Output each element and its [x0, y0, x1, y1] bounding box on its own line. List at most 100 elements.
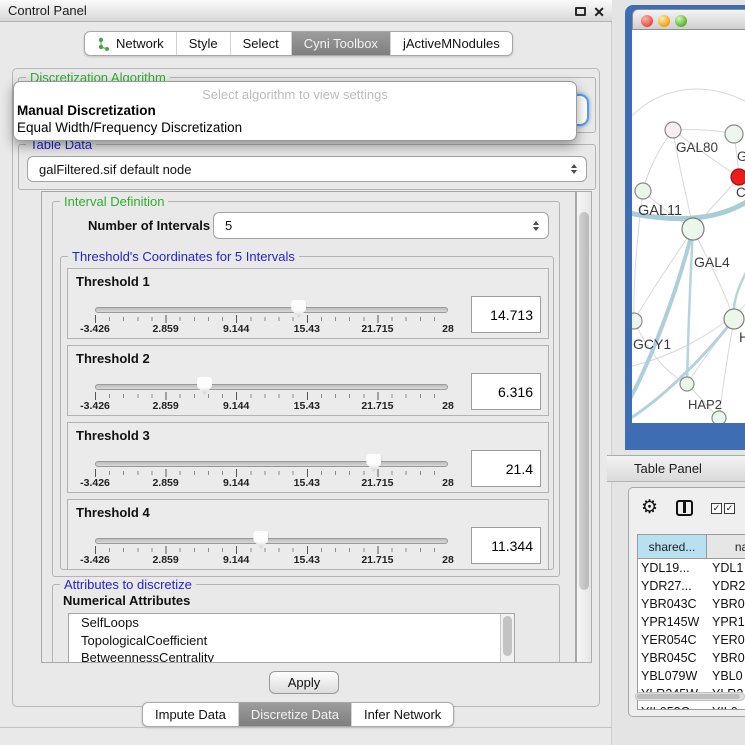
- close-icon[interactable]: ✕: [593, 1, 605, 23]
- network-node[interactable]: [712, 411, 726, 423]
- main-scroll-thumb[interactable]: [579, 212, 589, 590]
- attributes-scroll-thumb[interactable]: [503, 616, 512, 656]
- slider-track[interactable]: [95, 384, 448, 390]
- list-item[interactable]: BetweennessCentrality: [69, 649, 514, 663]
- gear-icon[interactable]: ⚙: [641, 496, 658, 519]
- main-scrollbar[interactable]: [576, 191, 592, 663]
- network-canvas[interactable]: GAL80GACGAL11GAL4GCY1HHAP2: [632, 30, 745, 423]
- minimize-traffic-light-icon[interactable]: [658, 15, 670, 27]
- cell-shared-name[interactable]: YBL079W: [638, 667, 707, 685]
- threshold-3-slider[interactable]: -3.4262.8599.14415.4321.71528: [95, 459, 448, 489]
- table-row[interactable]: YER054CYER0: [638, 631, 745, 649]
- threshold-4-slider[interactable]: -3.4262.8599.14415.4321.71528: [95, 536, 448, 566]
- threshold-1-value-field[interactable]: 14.713: [471, 296, 541, 333]
- network-node[interactable]: [635, 183, 651, 199]
- threshold-4-box: Threshold 4 -3.4262.8599.14415.4321.7152…: [67, 499, 549, 570]
- threshold-2-slider[interactable]: -3.4262.8599.14415.4321.71528: [95, 382, 448, 412]
- table-data-stepper-icon[interactable]: [571, 164, 577, 174]
- zoom-traffic-light-icon[interactable]: [675, 15, 687, 27]
- tab-cyni-toolbox[interactable]: Cyni Toolbox: [291, 32, 390, 55]
- float-window-icon[interactable]: [575, 7, 586, 16]
- cell-name[interactable]: YBL0: [707, 667, 745, 685]
- columns-icon[interactable]: [676, 500, 693, 516]
- tab-jactivemnodules[interactable]: jActiveMNodules: [390, 32, 512, 55]
- numerical-attributes-label: Numerical Attributes: [63, 593, 190, 608]
- number-of-intervals-stepper-icon[interactable]: [533, 221, 539, 231]
- table-row[interactable]: YIL052CYIL0: [638, 703, 745, 710]
- network-node[interactable]: [725, 125, 743, 143]
- numerical-attributes-list[interactable]: SelfLoops TopologicalCoefficient Between…: [68, 613, 515, 663]
- table-row[interactable]: YDR27...YDR2: [638, 577, 745, 595]
- network-node[interactable]: [682, 218, 704, 240]
- tab-impute-data[interactable]: Impute Data: [143, 703, 238, 726]
- network-node-label: GCY1: [633, 336, 671, 352]
- cell-name[interactable]: YPR1: [707, 613, 745, 631]
- threshold-2-box: Threshold 2 -3.4262.8599.14415.4321.7152…: [67, 345, 549, 416]
- network-node[interactable]: [632, 313, 642, 329]
- checkbox-icon[interactable]: ✓: [711, 503, 722, 514]
- menu-item-equal-width-frequency[interactable]: Equal Width/Frequency Discretization: [17, 120, 242, 135]
- table-h-scrollbar[interactable]: [635, 692, 745, 701]
- threshold-4-label: Threshold 4: [76, 505, 150, 520]
- tab-infer-network[interactable]: Infer Network: [351, 703, 453, 726]
- cell-shared-name[interactable]: YDL19...: [638, 559, 707, 577]
- table-row[interactable]: YBR043CYBR0: [638, 595, 745, 613]
- cell-name[interactable]: YDL1: [707, 559, 745, 577]
- network-view-window[interactable]: GAL80GACGAL11GAL4GCY1HHAP2: [625, 5, 745, 450]
- network-edge[interactable]: [693, 229, 734, 319]
- tab-select[interactable]: Select: [230, 32, 291, 55]
- cell-name[interactable]: YBR0: [707, 649, 745, 667]
- column-header-shared-name[interactable]: shared...: [638, 535, 707, 558]
- table-data-select[interactable]: galFiltered.sif default node: [27, 156, 587, 182]
- close-traffic-light-icon[interactable]: [641, 15, 653, 27]
- menu-item-manual-discretization[interactable]: Manual Discretization: [17, 103, 156, 118]
- table-row[interactable]: YBL079WYBL0: [638, 667, 745, 685]
- network-node[interactable]: [724, 309, 744, 329]
- network-edge[interactable]: [632, 89, 745, 125]
- table-row[interactable]: YBR045CYBR0: [638, 649, 745, 667]
- cyni-bottom-tabbar: Impute Data Discretize Data Infer Networ…: [142, 702, 454, 727]
- tab-network[interactable]: Network: [85, 32, 176, 55]
- network-window-titlebar[interactable]: [632, 9, 745, 30]
- tab-discretize-data[interactable]: Discretize Data: [238, 703, 351, 726]
- tab-style[interactable]: Style: [176, 32, 230, 55]
- threshold-4-value-field[interactable]: 11.344: [471, 527, 541, 564]
- slider-track[interactable]: [95, 461, 448, 467]
- threshold-2-value-field[interactable]: 6.316: [471, 373, 541, 410]
- cell-shared-name[interactable]: YBR043C: [638, 595, 707, 613]
- cell-name[interactable]: YIL0: [707, 703, 745, 710]
- column-header-name[interactable]: na: [707, 535, 745, 558]
- network-node[interactable]: [665, 122, 681, 138]
- table-panel-title: Table Panel: [634, 456, 702, 482]
- cell-name[interactable]: YER0: [707, 631, 745, 649]
- list-item[interactable]: SelfLoops: [69, 614, 514, 632]
- network-node[interactable]: [680, 377, 694, 391]
- slider-track[interactable]: [95, 307, 448, 313]
- network-node-label: HAP2: [688, 397, 722, 412]
- network-node-label: GA: [737, 149, 745, 164]
- network-edge[interactable]: [634, 229, 693, 321]
- table-row[interactable]: YPR145WYPR1: [638, 613, 745, 631]
- cell-shared-name[interactable]: YBR045C: [638, 649, 707, 667]
- cell-shared-name[interactable]: YER054C: [638, 631, 707, 649]
- cell-shared-name[interactable]: YIL052C: [638, 703, 707, 710]
- table-row[interactable]: YDL19...YDL1: [638, 559, 745, 577]
- table-h-scroll-thumb[interactable]: [637, 694, 740, 699]
- cell-shared-name[interactable]: YDR27...: [638, 577, 707, 595]
- network-node[interactable]: [731, 169, 745, 185]
- threshold-3-box: Threshold 3 -3.4262.8599.14415.4321.7152…: [67, 422, 549, 493]
- attributes-scrollbar[interactable]: [500, 614, 514, 663]
- number-of-intervals-select[interactable]: 5: [213, 212, 549, 239]
- control-panel-titlebar: Control Panel ✕: [0, 0, 612, 22]
- checkbox-icon[interactable]: ✓: [724, 503, 735, 514]
- cell-shared-name[interactable]: YPR145W: [638, 613, 707, 631]
- threshold-3-value-field[interactable]: 21.4: [471, 450, 541, 487]
- list-item[interactable]: TopologicalCoefficient: [69, 632, 514, 650]
- threshold-1-label: Threshold 1: [76, 274, 150, 289]
- cell-name[interactable]: YDR2: [707, 577, 745, 595]
- apply-button[interactable]: Apply: [269, 671, 339, 694]
- cell-name[interactable]: YBR0: [707, 595, 745, 613]
- slider-track[interactable]: [95, 538, 448, 544]
- threshold-1-slider[interactable]: -3.4262.8599.14415.4321.71528: [95, 305, 448, 335]
- network-edge[interactable]: [643, 130, 673, 191]
